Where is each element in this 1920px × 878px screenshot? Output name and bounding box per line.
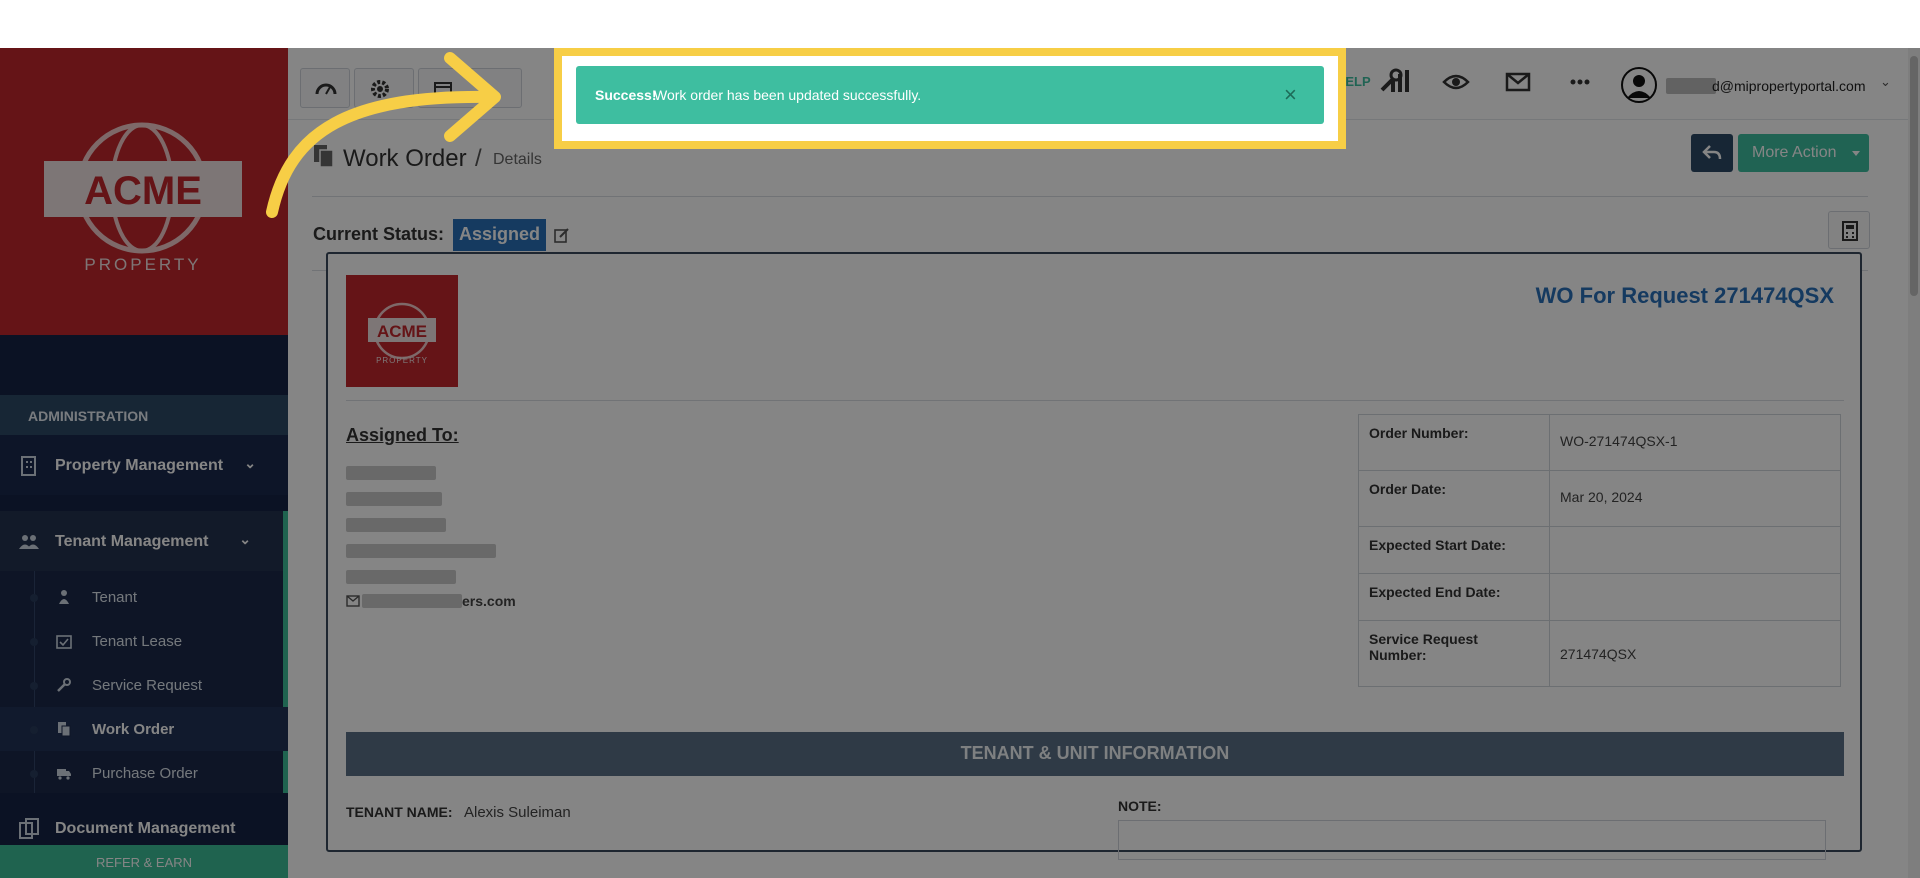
close-icon[interactable]: × bbox=[1284, 82, 1297, 108]
success-toast: Success! Work order has been updated suc… bbox=[576, 66, 1324, 124]
toast-message: Work order has been updated successfully… bbox=[654, 87, 922, 103]
tutorial-arrow bbox=[266, 52, 501, 218]
highlight-frame: Success! Work order has been updated suc… bbox=[554, 48, 1346, 149]
toast-strong: Success! bbox=[595, 87, 657, 103]
